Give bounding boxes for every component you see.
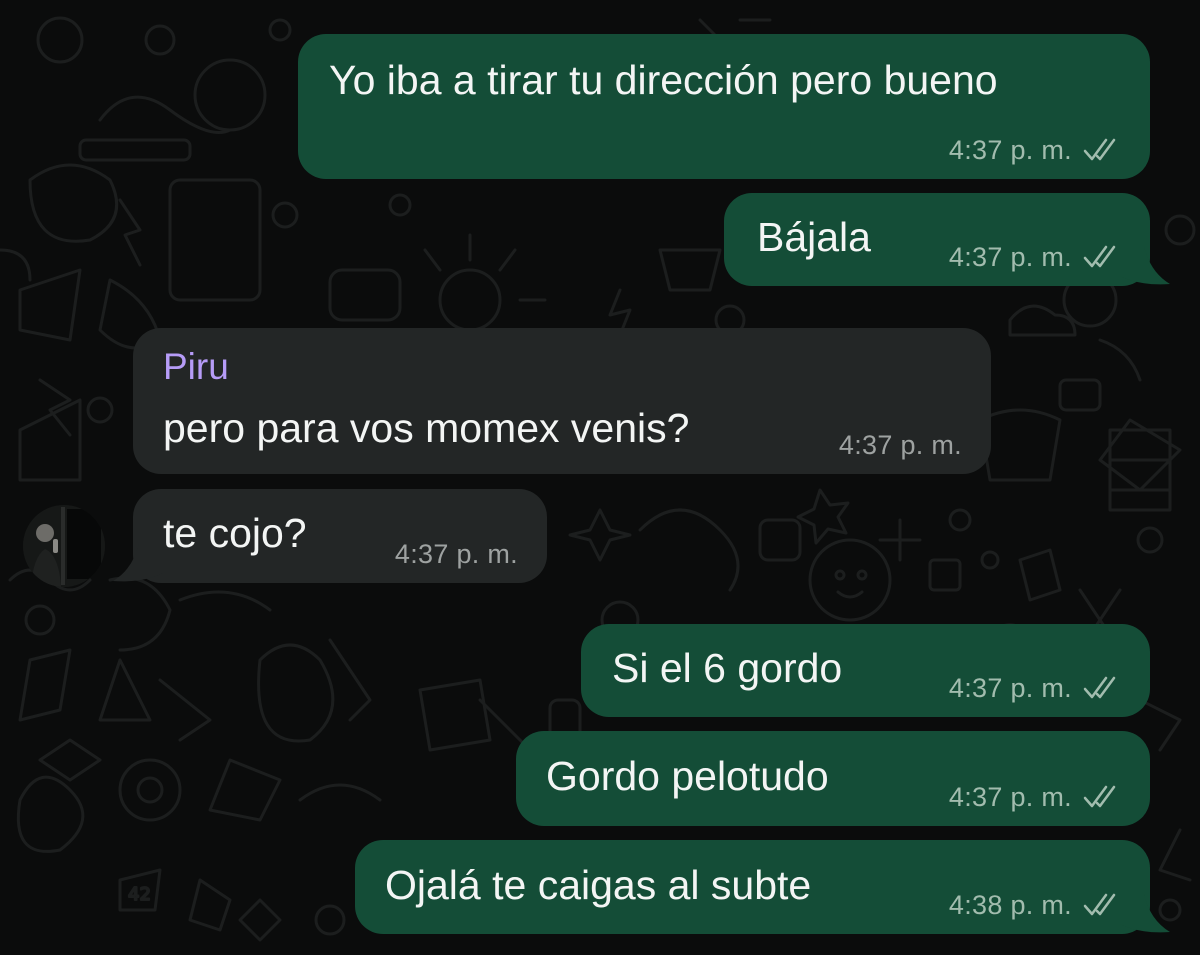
message-meta: 4:37 p. m. (949, 242, 1122, 272)
contact-avatar[interactable] (23, 505, 105, 587)
message-bubble-incoming[interactable]: te cojo? 4:37 p. m. (133, 489, 547, 583)
message-meta: 4:37 p. m. (949, 135, 1122, 165)
message-meta: 4:37 p. m. (949, 782, 1122, 812)
message-time: 4:38 p. m. (948, 890, 1072, 920)
message-bubble-outgoing[interactable]: Gordo pelotudo 4:37 p. m. (516, 731, 1150, 826)
double-check-read-icon (1083, 676, 1116, 699)
message-time: 4:37 p. m. (838, 430, 962, 460)
message-text: te cojo? (163, 510, 307, 556)
message-text: Ojalá te caigas al subte (385, 862, 812, 908)
avatar-photo (23, 505, 105, 587)
message-time: 4:37 p. m. (394, 539, 518, 569)
message-time: 4:37 p. m. (948, 673, 1072, 703)
sender-name[interactable]: Piru (163, 346, 229, 388)
double-check-read-icon (1083, 785, 1116, 808)
message-bubble-incoming[interactable]: Piru pero para vos momex venis? 4:37 p. … (133, 328, 991, 474)
message-bubble-outgoing[interactable]: Bájala 4:37 p. m. (724, 193, 1150, 286)
double-check-read-icon (1083, 893, 1116, 916)
double-check-read-icon (1083, 245, 1116, 268)
message-list[interactable]: Yo iba a tirar tu dirección pero bueno 4… (0, 0, 1200, 955)
double-check-read-icon (1083, 138, 1116, 161)
message-meta: 4:37 p. m. (395, 539, 518, 569)
bubble-tail (1120, 246, 1170, 285)
message-meta: 4:37 p. m. (839, 430, 962, 460)
message-meta: 4:38 p. m. (949, 890, 1122, 920)
message-text: Si el 6 gordo (612, 645, 843, 691)
message-text: Bájala (757, 214, 871, 260)
message-text: Gordo pelotudo (546, 753, 829, 799)
bubble-tail (113, 543, 163, 582)
message-text: Yo iba a tirar tu dirección pero bueno (329, 57, 998, 103)
message-text: pero para vos momex venis? (163, 405, 690, 451)
message-bubble-outgoing[interactable]: Yo iba a tirar tu dirección pero bueno 4… (298, 34, 1150, 179)
message-bubble-outgoing[interactable]: Ojalá te caigas al subte 4:38 p. m. (355, 840, 1150, 934)
message-time: 4:37 p. m. (948, 782, 1072, 812)
message-meta: 4:37 p. m. (949, 673, 1122, 703)
bubble-tail (1120, 894, 1170, 933)
message-bubble-outgoing[interactable]: Si el 6 gordo 4:37 p. m. (581, 624, 1150, 717)
message-time: 4:37 p. m. (948, 242, 1072, 272)
message-time: 4:37 p. m. (948, 135, 1072, 165)
